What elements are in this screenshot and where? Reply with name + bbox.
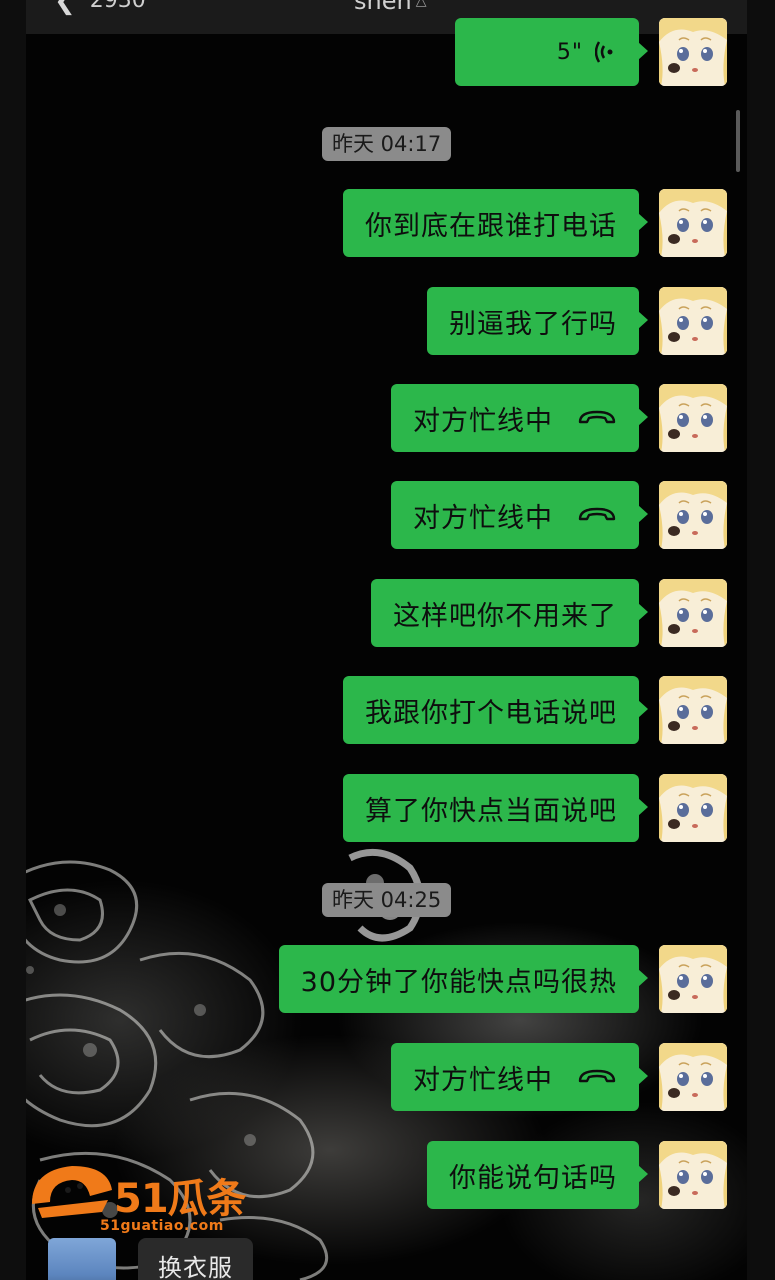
message-row: 你到底在跟谁打电话 xyxy=(343,189,727,257)
avatar[interactable] xyxy=(659,945,727,1013)
message-text: 算了你快点当面说吧 xyxy=(365,795,617,827)
message-text: 对方忙线中 xyxy=(413,405,553,437)
avatar[interactable] xyxy=(659,384,727,452)
timestamp: 昨天 04:25 xyxy=(322,883,452,917)
message-text: 你到底在跟谁打电话 xyxy=(365,210,617,242)
message-text: 这样吧你不用来了 xyxy=(393,600,617,632)
chat-screen: ❮ 2930 shen △ 5" 昨天 04:17 你到底在跟谁打电话 别逼我了… xyxy=(0,0,775,1280)
message-row: 别逼我了行吗 xyxy=(427,287,727,355)
voice-message[interactable]: 5" xyxy=(455,18,648,86)
message-row: 我跟你打个电话说吧 xyxy=(343,676,727,744)
text-message[interactable]: 算了你快点当面说吧 xyxy=(343,774,648,842)
watermark-brand: 51瓜条 xyxy=(114,1176,247,1222)
unread-count: 2930 xyxy=(89,0,146,13)
timestamp: 昨天 04:17 xyxy=(322,127,452,161)
chat-title: shen △ xyxy=(354,0,426,16)
watermark-logo: 51瓜条 51guatiao.com xyxy=(28,1160,268,1240)
avatar[interactable] xyxy=(659,18,727,86)
message-text: 你能说句话吗 xyxy=(449,1162,617,1194)
voice-duration: 5" xyxy=(556,39,583,65)
quick-reply-chip[interactable]: 换衣服 xyxy=(138,1238,253,1280)
message-row: 对方忙线中 xyxy=(391,481,727,549)
watermark-url: 51guatiao.com xyxy=(100,1218,224,1234)
message-row: 5" xyxy=(455,18,727,86)
text-message[interactable]: 这样吧你不用来了 xyxy=(371,579,648,647)
call-message[interactable]: 对方忙线中 xyxy=(391,1043,648,1111)
text-message[interactable]: 我跟你打个电话说吧 xyxy=(343,676,648,744)
phone-hangup-icon xyxy=(577,408,617,428)
phone-hangup-icon xyxy=(577,1067,617,1087)
text-message[interactable]: 30分钟了你能快点吗很热 xyxy=(278,945,649,1013)
avatar[interactable] xyxy=(659,287,727,355)
message-row: 这样吧你不用来了 xyxy=(371,579,727,647)
avatar[interactable] xyxy=(659,189,727,257)
avatar[interactable] xyxy=(659,1043,727,1111)
watermelon-icon xyxy=(32,1166,112,1218)
message-row: 对方忙线中 xyxy=(391,1043,727,1111)
text-message[interactable]: 你到底在跟谁打电话 xyxy=(343,189,648,257)
left-edge xyxy=(0,0,26,1280)
bell-off-icon: △ xyxy=(415,0,427,9)
contact-name: shen xyxy=(354,0,412,15)
scrollbar[interactable] xyxy=(736,110,740,172)
call-message[interactable]: 对方忙线中 xyxy=(391,481,648,549)
message-text: 我跟你打个电话说吧 xyxy=(365,697,617,729)
message-text: 对方忙线中 xyxy=(413,502,553,534)
message-text: 30分钟了你能快点吗很热 xyxy=(300,966,617,998)
avatar[interactable] xyxy=(659,676,727,744)
media-thumbnail[interactable] xyxy=(48,1238,116,1280)
chevron-left-icon: ❮ xyxy=(54,0,76,16)
call-message[interactable]: 对方忙线中 xyxy=(391,384,648,452)
avatar[interactable] xyxy=(659,1141,727,1209)
message-row: 算了你快点当面说吧 xyxy=(343,774,727,842)
message-row: 30分钟了你能快点吗很热 xyxy=(278,945,727,1013)
message-row: 对方忙线中 xyxy=(391,384,727,452)
avatar[interactable] xyxy=(659,481,727,549)
voice-wave-icon xyxy=(595,39,617,65)
message-row: 你能说句话吗 xyxy=(427,1141,727,1209)
text-message[interactable]: 别逼我了行吗 xyxy=(427,287,648,355)
phone-hangup-icon xyxy=(577,505,617,525)
message-text: 对方忙线中 xyxy=(413,1064,553,1096)
text-message[interactable]: 你能说句话吗 xyxy=(427,1141,648,1209)
avatar[interactable] xyxy=(659,579,727,647)
message-text: 别逼我了行吗 xyxy=(449,308,617,340)
avatar[interactable] xyxy=(659,774,727,842)
right-edge xyxy=(747,0,775,1280)
back-button[interactable]: ❮ 2930 xyxy=(54,0,146,16)
